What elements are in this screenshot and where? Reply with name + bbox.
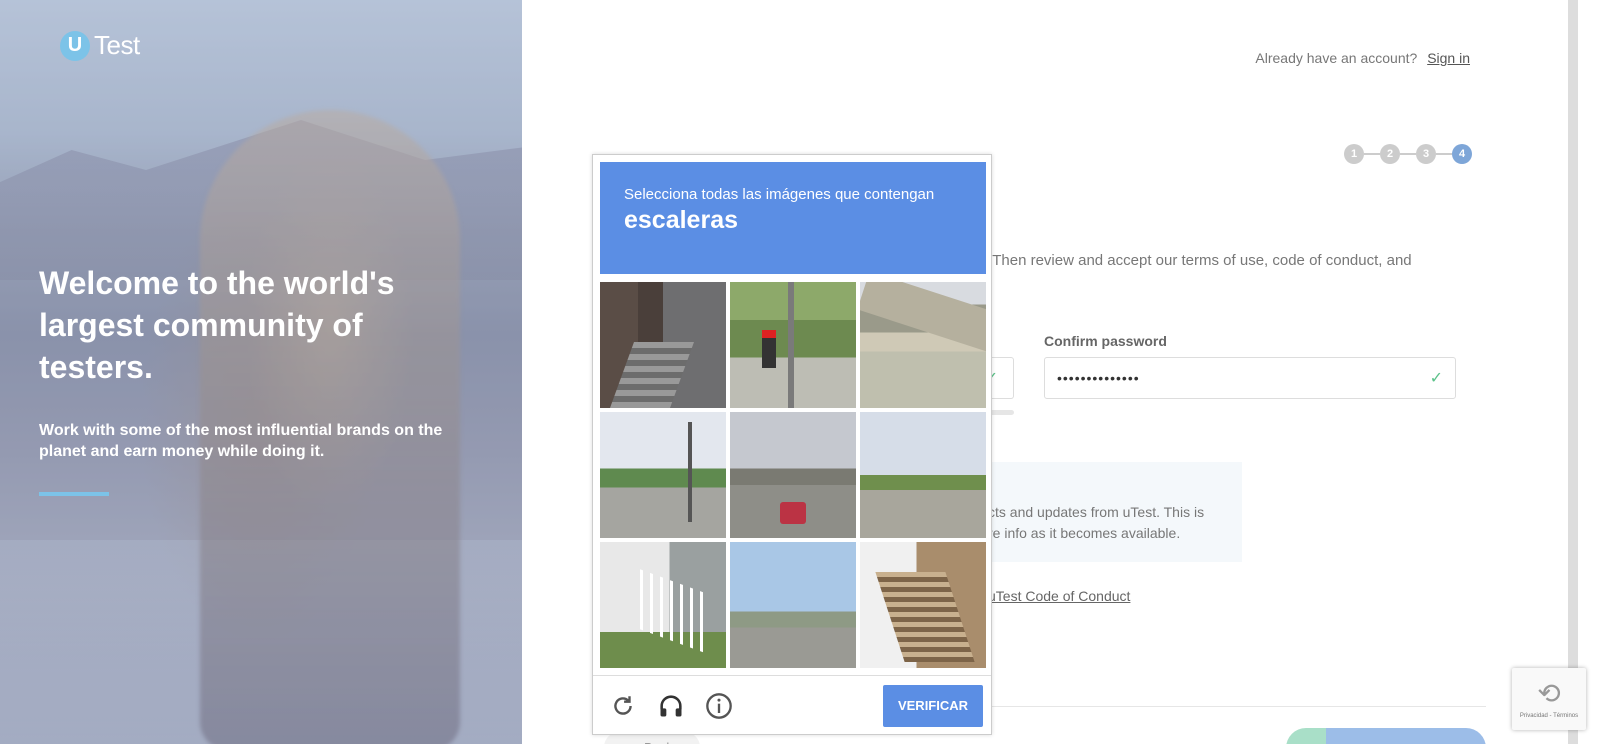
captcha-tile-1[interactable]: [600, 282, 726, 408]
confirm-password-field[interactable]: •••••••••••••• ✓: [1044, 357, 1456, 399]
step-1: 1: [1344, 144, 1364, 164]
captcha-footer: VERIFICAR: [593, 675, 991, 735]
info-line-1: cts and updates from uTest. This is: [988, 504, 1205, 520]
reload-icon[interactable]: [609, 692, 637, 720]
captcha-tile-3[interactable]: [860, 282, 986, 408]
confirm-password-label: Confirm password: [1044, 333, 1167, 349]
logo-circle-icon: U: [60, 30, 90, 61]
step-2: 2: [1380, 144, 1400, 164]
account-prompt: Already have an account? Sign in: [1255, 50, 1470, 66]
captcha-tile-6[interactable]: [860, 412, 986, 538]
code-of-conduct-link[interactable]: uTest Code of Conduct: [988, 588, 1130, 604]
captcha-challenge: Selecciona todas las imágenes que conten…: [592, 154, 992, 735]
captcha-tile-8[interactable]: [730, 542, 856, 668]
info-icon[interactable]: [705, 692, 733, 720]
newsletter-info-box: cts and updates from uTest. This is re i…: [970, 462, 1242, 562]
captcha-tile-2[interactable]: [730, 282, 856, 408]
step-3: 3: [1416, 144, 1436, 164]
logo-text: Test: [94, 30, 140, 60]
captcha-keyword: escaleras: [624, 206, 739, 234]
verify-button[interactable]: VERIFICAR: [883, 684, 983, 727]
progress-steps: 1 2 3 4: [1344, 144, 1472, 164]
recaptcha-logo-icon: ⟲: [1537, 678, 1561, 709]
utest-logo[interactable]: U Test: [60, 30, 140, 61]
recaptcha-terms: Privacidad - Términos: [1519, 713, 1579, 719]
hero-panel: U Test Welcome to the world's largest co…: [0, 0, 522, 744]
captcha-tile-7[interactable]: [600, 542, 726, 668]
captcha-header: Selecciona todas las imágenes que conten…: [600, 162, 986, 274]
hero-title: Welcome to the world's largest community…: [39, 265, 395, 385]
captcha-tile-9[interactable]: [860, 542, 986, 668]
headphones-icon[interactable]: [657, 692, 685, 720]
captcha-prompt: Selecciona todas las imágenes que conten…: [624, 186, 935, 203]
captcha-image-grid: [600, 282, 986, 668]
scrollbar[interactable]: [1568, 0, 1578, 744]
next-button[interactable]: [1286, 728, 1486, 744]
account-prompt-text: Already have an account?: [1255, 50, 1418, 66]
hero-accent-bar: [39, 492, 109, 496]
intro-text: t. Then review and accept our terms of u…: [980, 252, 1412, 269]
captcha-tile-4[interactable]: [600, 412, 726, 538]
check-icon: ✓: [1429, 370, 1443, 387]
recaptcha-badge[interactable]: ⟲ Privacidad - Términos: [1512, 668, 1586, 730]
step-4-active: 4: [1452, 144, 1472, 164]
hero-subtitle: Work with some of the most influential b…: [39, 422, 443, 460]
signin-link[interactable]: Sign in: [1427, 50, 1470, 66]
captcha-tile-5[interactable]: [730, 412, 856, 538]
confirm-password-value: ••••••••••••••: [1057, 370, 1140, 386]
info-line-2: re info as it becomes available.: [988, 525, 1181, 541]
